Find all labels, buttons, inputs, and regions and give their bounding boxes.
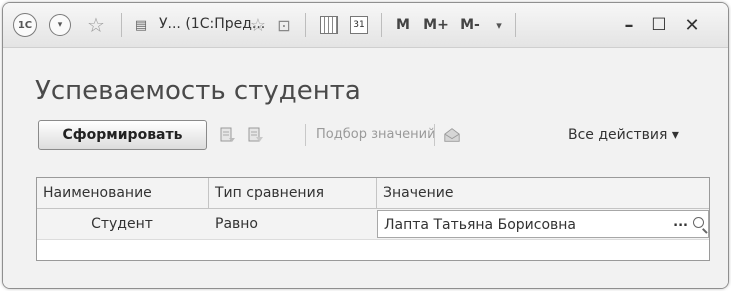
row-name-cell: Студент <box>91 216 153 232</box>
calculator-icon[interactable] <box>319 14 339 36</box>
minimize-button[interactable]: – <box>617 14 641 36</box>
memory-plus-button[interactable]: M+ <box>421 14 451 36</box>
value-input[interactable]: Лапта Татьяна Борисовна ... <box>377 210 709 238</box>
toolbar-separator <box>381 13 382 37</box>
memory-button[interactable]: M <box>391 14 415 36</box>
settings-table: Наименование Тип сравнения Значение Студ… <box>36 177 710 261</box>
toolbar-separator <box>121 13 122 37</box>
title-bar: 1С ▾ ☆ ▤ У... (1С:Пред... ☆ ⊡ 31 M M+ M-… <box>3 3 728 48</box>
toolbar-separator <box>515 13 516 37</box>
report-variant-icon[interactable] <box>247 126 265 144</box>
memory-minus-button[interactable]: M- <box>455 14 485 36</box>
calendar-icon[interactable]: 31 <box>349 14 369 36</box>
memory-dropdown-icon[interactable]: ▾ <box>491 14 507 36</box>
toolbar-separator <box>305 124 306 146</box>
form-heading: Успеваемость студента <box>35 76 361 106</box>
toolbar-separator <box>305 13 306 37</box>
window-doc-icon: ▤ <box>134 17 148 33</box>
main-menu-icon[interactable]: ▾ <box>49 14 71 36</box>
toolbar-separator <box>434 124 435 146</box>
column-header-comparison[interactable]: Тип сравнения <box>209 178 375 208</box>
report-settings-icon[interactable] <box>219 126 237 144</box>
search-icon[interactable] <box>693 217 704 228</box>
all-actions-menu[interactable]: Все действия ▾ <box>568 127 679 143</box>
table-header: Наименование Тип сравнения Значение <box>37 178 709 209</box>
select-value-button[interactable]: ... <box>673 215 688 230</box>
column-header-value[interactable]: Значение <box>377 178 707 208</box>
generate-button[interactable]: Сформировать <box>38 120 207 150</box>
maximize-button[interactable]: ☐ <box>647 14 671 36</box>
form-content: Успеваемость студента Сформировать Подбо… <box>3 48 728 288</box>
bookmark-icon[interactable]: ⊡ <box>273 14 295 36</box>
favorite-star-icon[interactable]: ☆ <box>83 13 109 37</box>
mail-icon[interactable] <box>443 126 461 144</box>
close-button[interactable]: ✕ <box>679 14 705 36</box>
table-row[interactable]: Студент Равно Лапта Татьяна Борисовна ..… <box>37 209 709 240</box>
row-value-text: Лапта Татьяна Борисовна <box>384 217 576 233</box>
app-logo-icon[interactable]: 1С <box>13 13 37 37</box>
row-comparison-cell[interactable]: Равно <box>209 209 375 239</box>
column-header-name[interactable]: Наименование <box>37 178 207 208</box>
star-icon[interactable]: ☆ <box>247 14 269 36</box>
select-values-button[interactable]: Подбор значений <box>316 127 436 142</box>
app-window: 1С ▾ ☆ ▤ У... (1С:Пред... ☆ ⊡ 31 M M+ M-… <box>2 2 729 289</box>
